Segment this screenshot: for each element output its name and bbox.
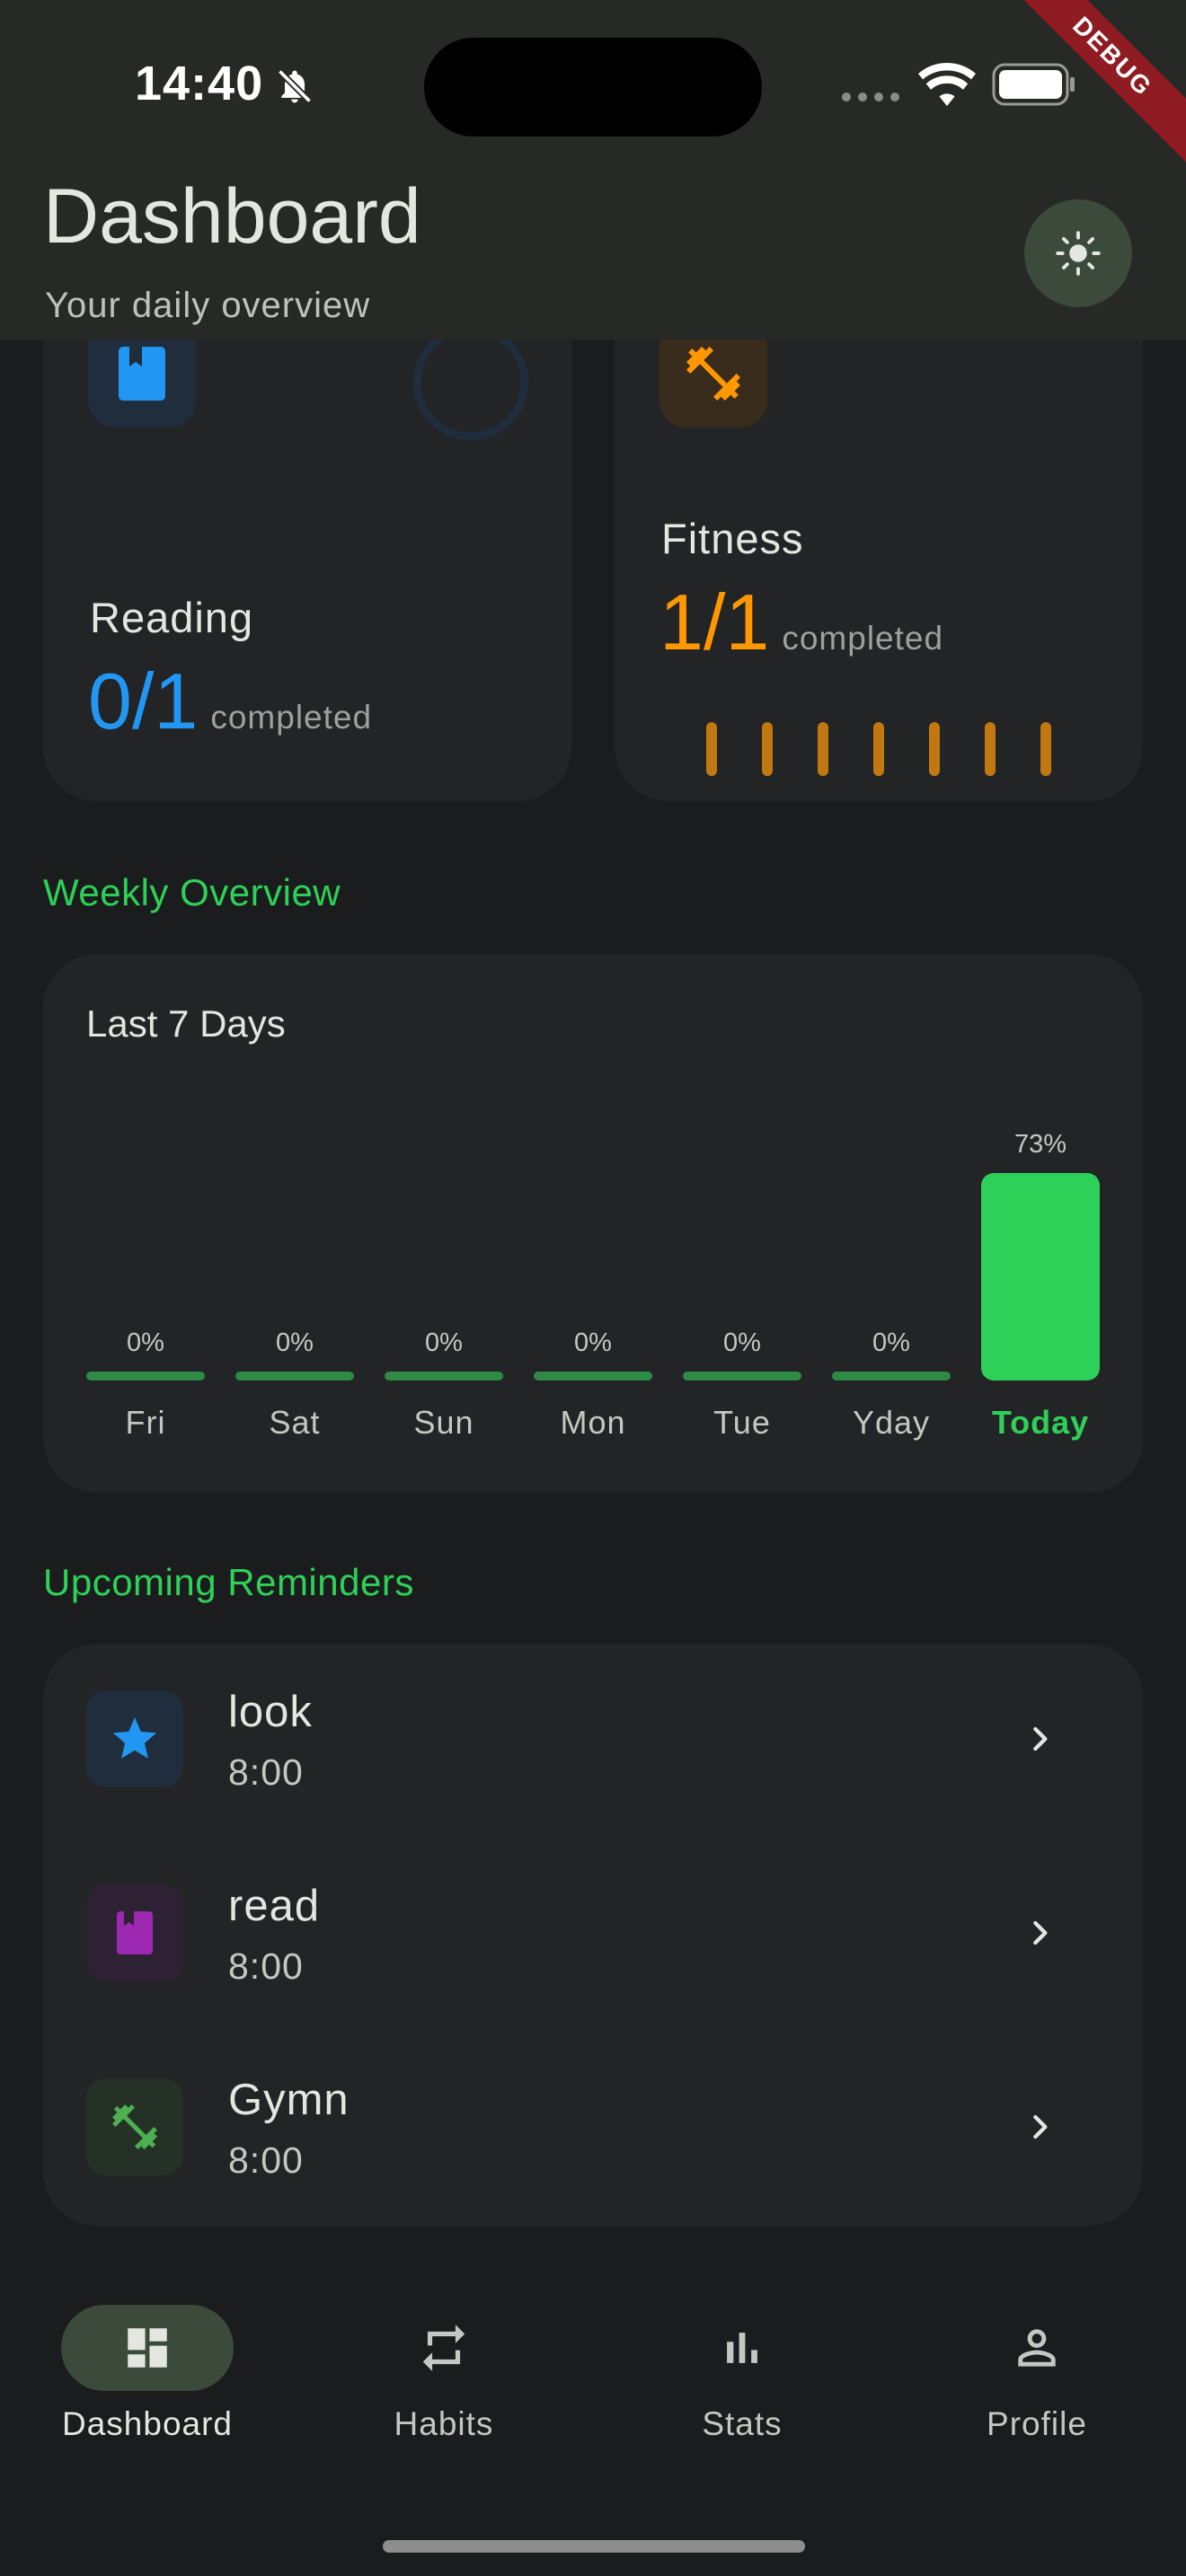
reminder-icon-box — [86, 2078, 183, 2175]
dashboard-icon — [128, 2328, 167, 2368]
bar-value-label: 73% — [1013, 1130, 1067, 1159]
reminder-row-read[interactable]: read 8:00 — [43, 1836, 1143, 2030]
bar-value-label: 0% — [276, 1328, 314, 1357]
reminder-name: look — [228, 1688, 313, 1736]
count-separator: / — [703, 578, 726, 666]
bar — [385, 1372, 503, 1381]
bar-value-label: 0% — [574, 1328, 612, 1357]
bar-chart: 0% Fri 0% Sat 0% Sun 0% Mon 0% Tue 0% Yday 73% Today — [43, 954, 1143, 1493]
bar — [832, 1372, 951, 1381]
chevron-right-icon[interactable] — [1017, 1910, 1064, 1956]
page-title: Dashboard — [43, 173, 421, 260]
bar-value-label: 0% — [872, 1328, 910, 1357]
bar-column-yday: 0% Yday — [832, 954, 951, 1493]
nav-label: Profile — [987, 2405, 1087, 2442]
category-count: 0/1 completed — [88, 656, 372, 747]
book-icon — [117, 1911, 153, 1954]
book-icon — [119, 347, 165, 401]
bar — [683, 1372, 801, 1381]
sun-icon — [1056, 231, 1101, 276]
nav-item-stats[interactable]: Stats — [625, 2305, 859, 2448]
bar-column-mon: 0% Mon — [534, 954, 652, 1493]
bar-column-sat: 0% Sat — [235, 954, 354, 1493]
bar-day-label: Sun — [413, 1404, 474, 1441]
reminder-time: 8:00 — [228, 1945, 304, 1987]
bar-column-tue: 0% Tue — [683, 954, 801, 1493]
category-name: Fitness — [661, 515, 804, 562]
done-count: 0 — [88, 657, 132, 745]
bar-column-today: 73% Today — [981, 954, 1100, 1493]
bar — [235, 1372, 354, 1381]
theme-toggle-button[interactable] — [1024, 199, 1132, 307]
reminder-row-look[interactable]: look 8:00 — [43, 1642, 1143, 1836]
nav-label: Stats — [702, 2405, 783, 2442]
bar-value-label: 0% — [425, 1328, 463, 1357]
nav-label: Habits — [394, 2405, 494, 2442]
count-separator: / — [131, 657, 155, 745]
signal-dots-icon — [842, 93, 899, 101]
bar-day-label: Sat — [269, 1404, 321, 1441]
status-time: 14:40 — [135, 57, 264, 110]
total-count: 1 — [154, 657, 199, 745]
dumbbell-icon — [686, 347, 740, 401]
dumbbell-icon — [112, 2104, 157, 2149]
reminder-icon-box — [86, 1884, 183, 1981]
dashboard-screen: Reading 0/1 completed Fitness 1/1 comple… — [0, 0, 1186, 2576]
bar — [534, 1372, 652, 1381]
reminder-name: read — [228, 1882, 321, 1930]
nav-indicator — [656, 2305, 828, 2391]
reminder-time: 8:00 — [228, 2139, 304, 2181]
chevron-right-icon[interactable] — [1017, 2104, 1064, 2150]
bar-value-label: 0% — [127, 1328, 164, 1357]
completed-label: completed — [210, 699, 373, 736]
weekly-section-title: Weekly Overview — [43, 871, 341, 913]
nav-indicator — [951, 2305, 1123, 2391]
page-subtitle: Your daily overview — [45, 286, 371, 325]
total-count: 1 — [725, 578, 770, 666]
category-name: Reading — [90, 594, 254, 641]
completed-label: completed — [782, 620, 944, 657]
reminder-time: 8:00 — [228, 1751, 304, 1793]
nav-item-habits[interactable]: Habits — [327, 2305, 561, 2448]
reminder-name: Gymn — [228, 2076, 350, 2124]
bar-day-label: Tue — [713, 1404, 771, 1441]
bar-day-label: Yday — [852, 1404, 931, 1441]
home-indicator — [383, 2540, 805, 2553]
nav-item-profile[interactable]: Profile — [920, 2305, 1154, 2448]
streak-ticks — [706, 722, 1051, 776]
app-header: 14:40 Dashboard Your daily overview DEBU… — [0, 0, 1186, 340]
bar-value-label: 0% — [723, 1328, 761, 1357]
bar-chart-icon — [727, 2333, 757, 2363]
nav-indicator — [61, 2305, 234, 2391]
repeat-icon — [422, 2325, 465, 2371]
nav-item-dashboard[interactable]: Dashboard — [31, 2305, 264, 2448]
star-icon — [112, 1716, 157, 1759]
battery-icon — [992, 63, 1075, 106]
person-icon — [1018, 2329, 1056, 2367]
bell-off-icon — [277, 68, 313, 104]
dynamic-island — [424, 38, 762, 137]
category-count: 1/1 completed — [659, 577, 943, 668]
bar-day-label: Today — [991, 1404, 1090, 1441]
done-count: 1 — [659, 578, 704, 666]
nav-label: Dashboard — [61, 2405, 233, 2442]
reminders-section-title: Upcoming Reminders — [43, 1561, 414, 1603]
bar-column-fri: 0% Fri — [86, 954, 205, 1493]
weekly-chart-card: Last 7 Days 0% Fri 0% Sat 0% Sun 0% Mon 0% Tue 0% Y… — [43, 954, 1143, 1493]
bar-day-label: Mon — [560, 1404, 626, 1441]
bar — [981, 1173, 1100, 1381]
bar — [86, 1372, 205, 1381]
bar-day-label: Fri — [125, 1404, 166, 1441]
wifi-icon — [918, 63, 976, 106]
chevron-right-icon[interactable] — [1017, 1716, 1064, 1762]
progress-ring — [412, 324, 529, 441]
bar-column-sun: 0% Sun — [385, 954, 503, 1493]
reminder-icon-box — [86, 1690, 183, 1787]
reminder-row-gymn[interactable]: Gymn 8:00 — [43, 2030, 1143, 2224]
nav-indicator — [358, 2305, 530, 2391]
